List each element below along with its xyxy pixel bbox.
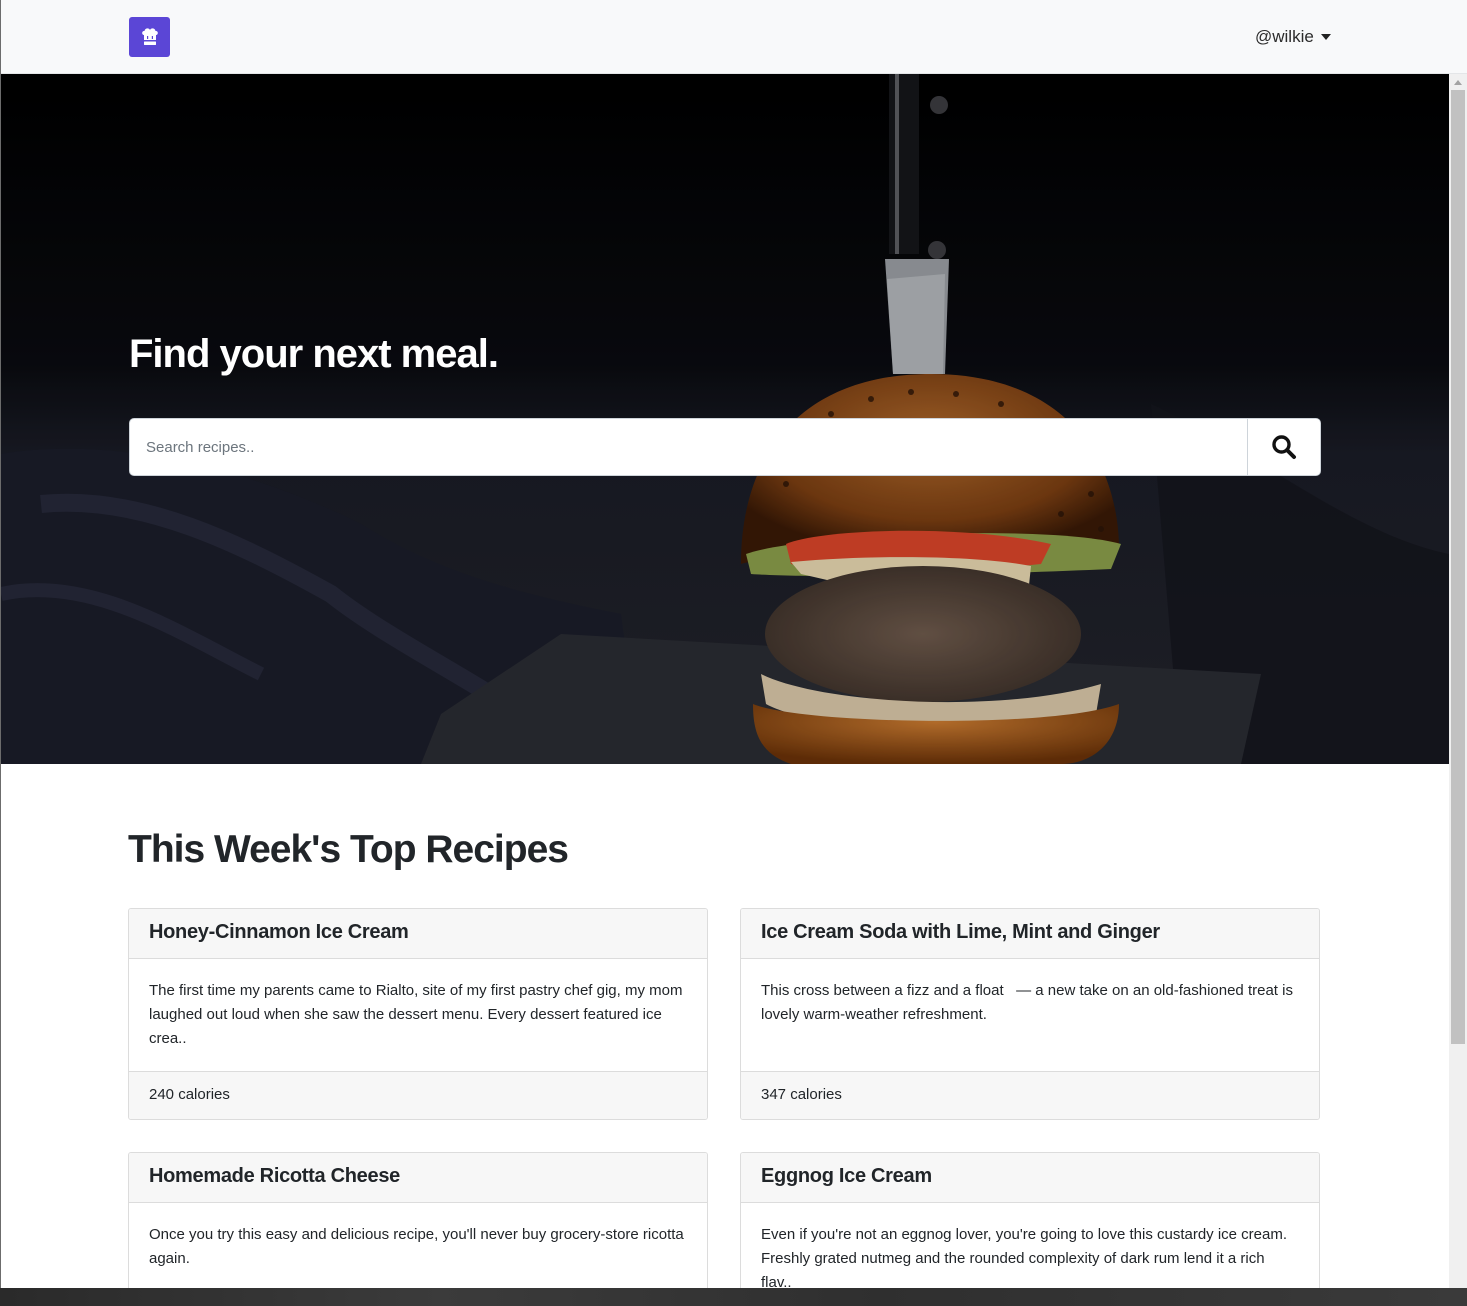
hero-banner: Find your next meal. — [1, 74, 1449, 764]
recipe-card-calories: 240 calories — [129, 1071, 707, 1119]
window-border — [0, 0, 1, 1288]
search-button[interactable] — [1247, 419, 1320, 475]
chef-hat-icon — [141, 28, 158, 45]
recipe-card[interactable]: Homemade Ricotta Cheese Once you try thi… — [128, 1152, 708, 1306]
username-label: @wilkie — [1255, 27, 1314, 46]
taskbar-strip — [0, 1288, 1467, 1306]
top-navbar: @wilkie — [1, 0, 1467, 74]
search-input[interactable] — [130, 419, 1247, 475]
user-menu-dropdown[interactable]: @wilkie — [1255, 25, 1331, 49]
recipe-card[interactable]: Eggnog Ice Cream Even if you're not an e… — [740, 1152, 1320, 1306]
caret-down-icon — [1320, 34, 1331, 40]
recipe-card-title[interactable]: Eggnog Ice Cream — [741, 1153, 1319, 1203]
recipe-card-description: This cross between a fizz and a float — … — [761, 982, 1293, 1023]
recipe-card-title[interactable]: Honey-Cinnamon Ice Cream — [129, 909, 707, 959]
recipe-card[interactable]: Ice Cream Soda with Lime, Mint and Ginge… — [740, 908, 1320, 1120]
brand-logo[interactable] — [129, 17, 170, 57]
page-scrollbar[interactable] — [1449, 74, 1467, 1288]
hero-title: Find your next meal. — [129, 332, 499, 376]
search-icon — [1272, 435, 1296, 459]
recipe-card-title[interactable]: Homemade Ricotta Cheese — [129, 1153, 707, 1203]
recipe-card[interactable]: Honey-Cinnamon Ice Cream The first time … — [128, 908, 708, 1120]
scrollbar-thumb[interactable] — [1451, 90, 1465, 1044]
recipe-card-title[interactable]: Ice Cream Soda with Lime, Mint and Ginge… — [741, 909, 1319, 959]
recipe-card-description: The first time my parents came to Rialto… — [149, 982, 683, 1047]
section-title: This Week's Top Recipes — [128, 828, 569, 871]
scroll-up-arrow-icon[interactable] — [1454, 80, 1462, 85]
recipe-card-calories: 347 calories — [741, 1071, 1319, 1119]
recipe-search-bar — [129, 418, 1321, 476]
